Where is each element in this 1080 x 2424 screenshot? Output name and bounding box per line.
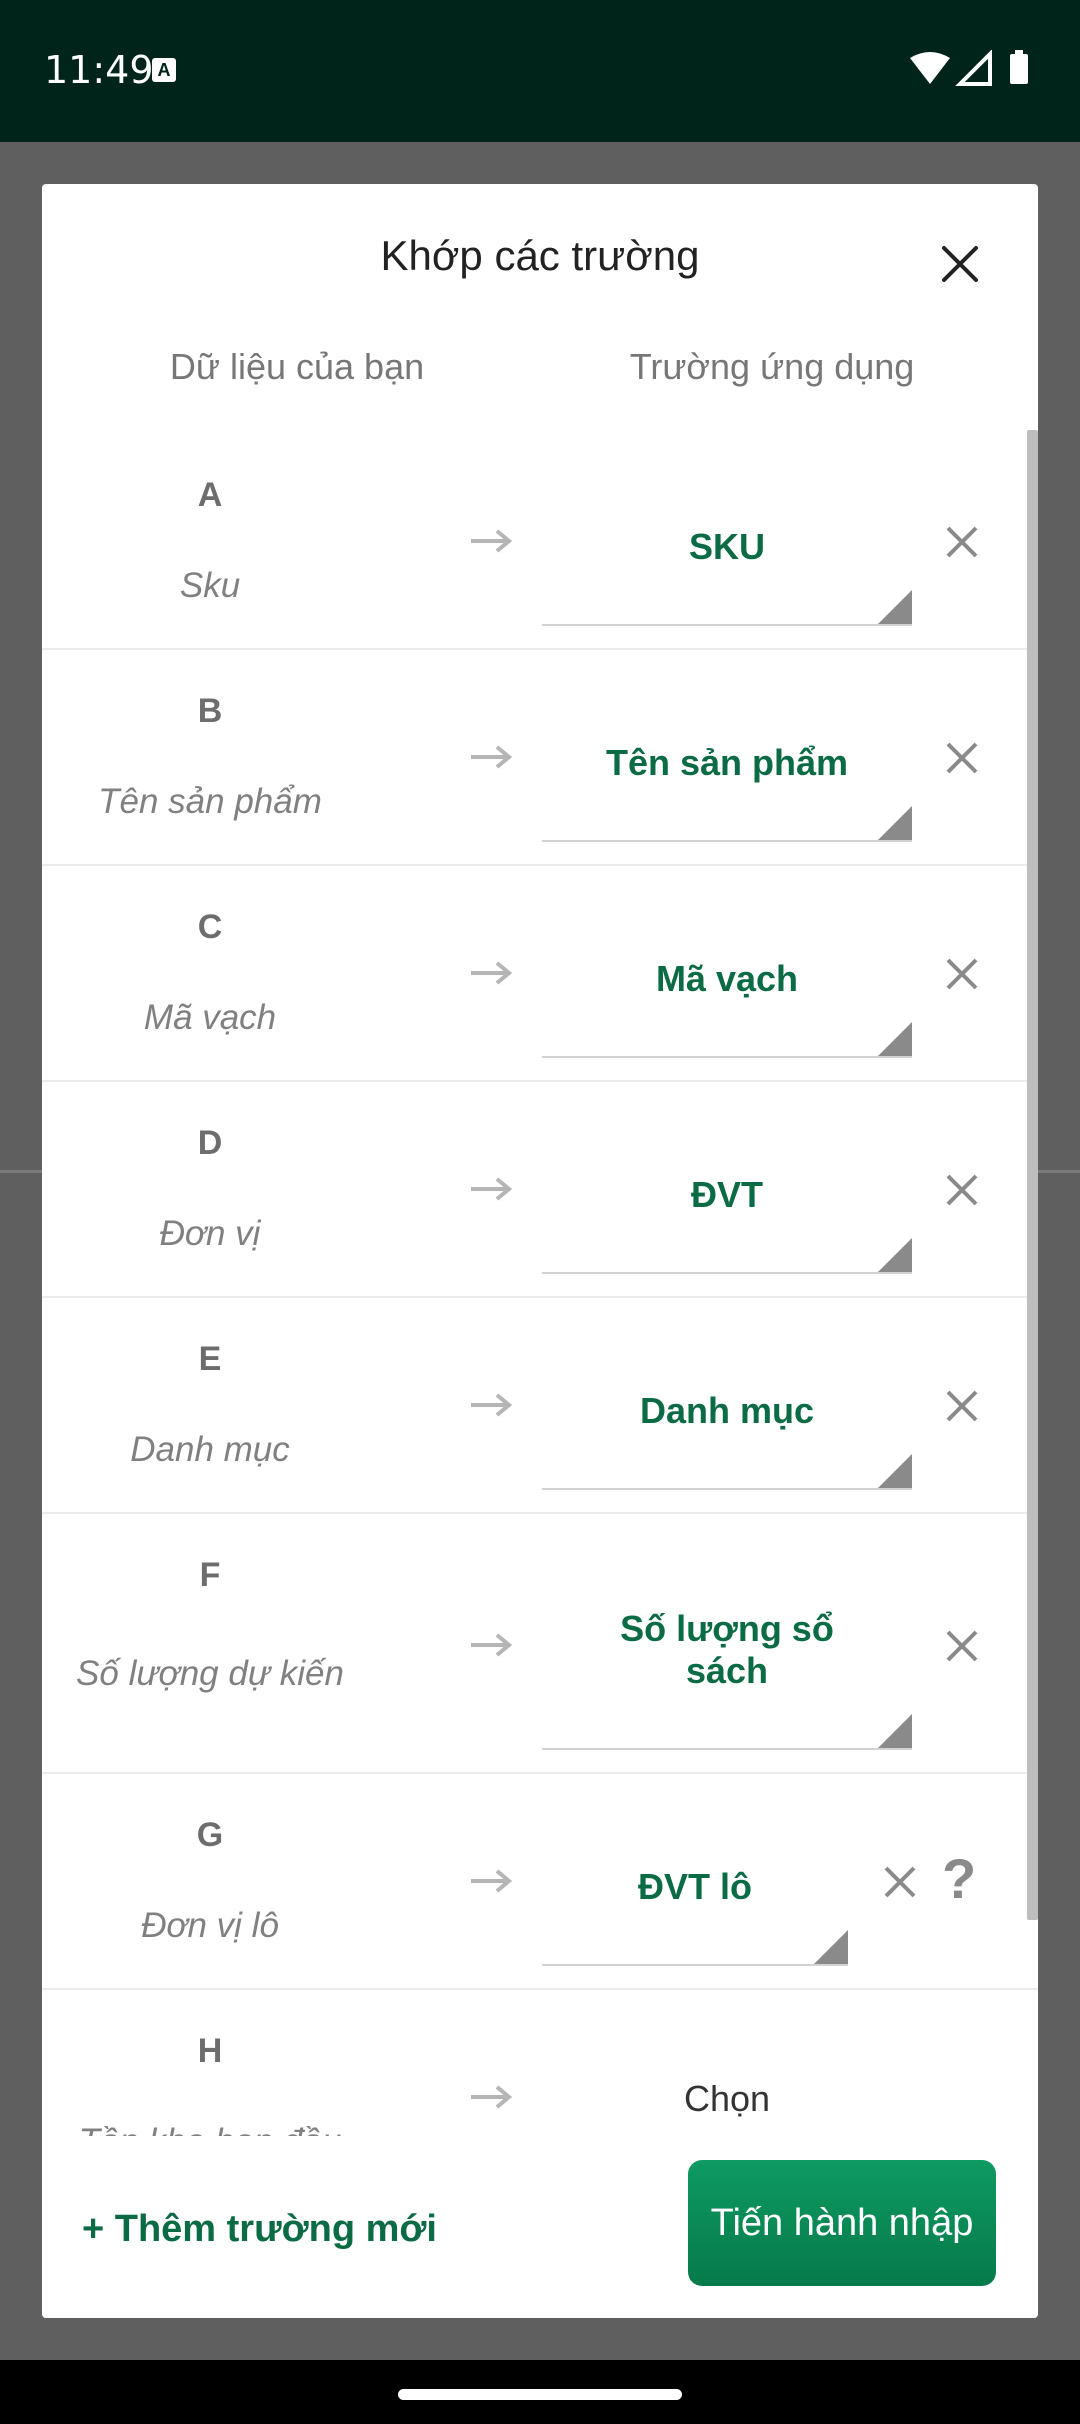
- add-new-field-button[interactable]: + Thêm trường mới: [82, 2208, 437, 2251]
- close-icon[interactable]: [930, 234, 990, 294]
- mapping-row: A Sku SKU: [42, 434, 1038, 650]
- arrow-right-icon: [471, 1869, 513, 1893]
- dialog-footer: + Thêm trường mới Tiến hành nhập: [42, 2136, 1038, 2318]
- dropdown-corner-icon: [814, 1930, 848, 1964]
- match-fields-dialog: Khớp các trường Dữ liệu của bạn Trường ứ…: [42, 184, 1038, 2318]
- column-letter: B: [197, 692, 223, 730]
- target-field-select[interactable]: ĐVT: [542, 1104, 912, 1274]
- battery-icon: [1010, 54, 1028, 84]
- arrow-right-icon: [471, 745, 513, 769]
- dropdown-corner-icon: [878, 1238, 912, 1272]
- scrollbar[interactable]: [1027, 430, 1038, 1920]
- column-letter: F: [199, 1556, 221, 1594]
- select-underline: [542, 624, 912, 626]
- column-letter: C: [197, 908, 223, 946]
- keyboard-a-icon: A: [152, 58, 176, 82]
- clear-mapping-icon[interactable]: [938, 518, 986, 566]
- target-field-select[interactable]: Mã vạch: [542, 888, 912, 1058]
- arrow-right-icon: [471, 1633, 513, 1657]
- target-field-select[interactable]: SKU: [542, 456, 912, 626]
- dropdown-corner-icon: [878, 1022, 912, 1056]
- clear-mapping-icon[interactable]: [938, 950, 986, 998]
- mapping-row: C Mã vạch Mã vạch: [42, 866, 1038, 1082]
- dropdown-corner-icon: [878, 806, 912, 840]
- column-letter: D: [197, 1124, 223, 1162]
- status-icons: [910, 50, 1028, 86]
- select-underline: [542, 1748, 912, 1750]
- target-field-select[interactable]: Tên sản phẩm: [542, 672, 912, 842]
- target-field-value: SKU: [688, 526, 765, 567]
- home-indicator[interactable]: [398, 2389, 682, 2400]
- target-field-value-line1: Số lượng sổ: [620, 1608, 834, 1649]
- source-field-name: Danh mục: [130, 1430, 290, 1469]
- clear-mapping-icon[interactable]: [938, 1382, 986, 1430]
- clear-mapping-icon[interactable]: [938, 734, 986, 782]
- signal-icon: [955, 50, 992, 86]
- dropdown-corner-icon: [878, 1454, 912, 1488]
- column-letter: H: [197, 2032, 223, 2070]
- wifi-icon: [910, 52, 950, 84]
- arrow-right-icon: [471, 961, 513, 985]
- clear-mapping-icon[interactable]: [938, 1622, 986, 1670]
- arrow-right-icon: [471, 529, 513, 553]
- target-field-value: ĐVT: [691, 1174, 763, 1215]
- target-field-value: ĐVT lô: [638, 1866, 752, 1907]
- column-letter: A: [197, 476, 223, 514]
- target-field-value: Mã vạch: [655, 958, 799, 999]
- source-field-name: Sku: [179, 566, 241, 605]
- column-header-source: Dữ liệu của bạn: [169, 346, 425, 387]
- source-field-name: Tên sản phẩm: [98, 782, 322, 821]
- select-underline: [542, 1272, 912, 1274]
- column-header-target: Trường ứng dụng: [629, 346, 915, 387]
- mapping-row: D Đơn vị ĐVT: [42, 1082, 1038, 1298]
- select-underline: [542, 1488, 912, 1490]
- arrow-right-icon: [471, 1393, 513, 1417]
- dialog-title: Khớp các trường: [380, 232, 700, 279]
- arrow-right-icon: [471, 1177, 513, 1201]
- column-letter: E: [198, 1340, 222, 1378]
- help-icon[interactable]: ?: [942, 1846, 976, 1911]
- mapping-row: B Tên sản phẩm Tên sản phẩm: [42, 650, 1038, 866]
- column-letter: G: [196, 1816, 224, 1854]
- dropdown-corner-icon: [878, 590, 912, 624]
- mapping-row: G Đơn vị lô ĐVT lô ?: [42, 1774, 1038, 1990]
- choose-field-placeholder[interactable]: Chọn: [542, 2078, 912, 2120]
- clear-mapping-icon[interactable]: [876, 1858, 924, 1906]
- source-field-name: Đơn vị: [159, 1214, 261, 1253]
- target-field-select[interactable]: Danh mục: [542, 1320, 912, 1490]
- dropdown-corner-icon: [878, 1714, 912, 1748]
- target-field-value: Danh mục: [639, 1390, 815, 1431]
- arrow-right-icon: [471, 2085, 513, 2109]
- target-field-value-line2: sách: [685, 1650, 769, 1691]
- mapping-row: E Danh mục Danh mục: [42, 1298, 1038, 1514]
- target-field-value: Tên sản phẩm: [605, 742, 849, 783]
- mapping-row: F Số lượng dự kiến Số lượng sổ sách: [42, 1514, 1038, 1774]
- target-field-select[interactable]: ĐVT lô: [542, 1796, 848, 1966]
- select-underline: [542, 1964, 848, 1966]
- status-time: 11:49: [44, 48, 154, 92]
- mapping-list[interactable]: A Sku SKU B Tên sản phẩm Tên sản phẩm C: [42, 434, 1038, 2314]
- clear-mapping-icon[interactable]: [938, 1166, 986, 1214]
- target-field-select[interactable]: Số lượng sổ sách: [542, 1536, 912, 1750]
- source-field-name: Đơn vị lô: [141, 1906, 279, 1945]
- source-field-name: Mã vạch: [143, 998, 277, 1037]
- select-underline: [542, 840, 912, 842]
- source-field-name: Số lượng dự kiến: [76, 1654, 344, 1693]
- proceed-import-button[interactable]: Tiến hành nhập: [688, 2160, 996, 2286]
- status-bar: 11:49 A: [0, 0, 1080, 142]
- select-underline: [542, 1056, 912, 1058]
